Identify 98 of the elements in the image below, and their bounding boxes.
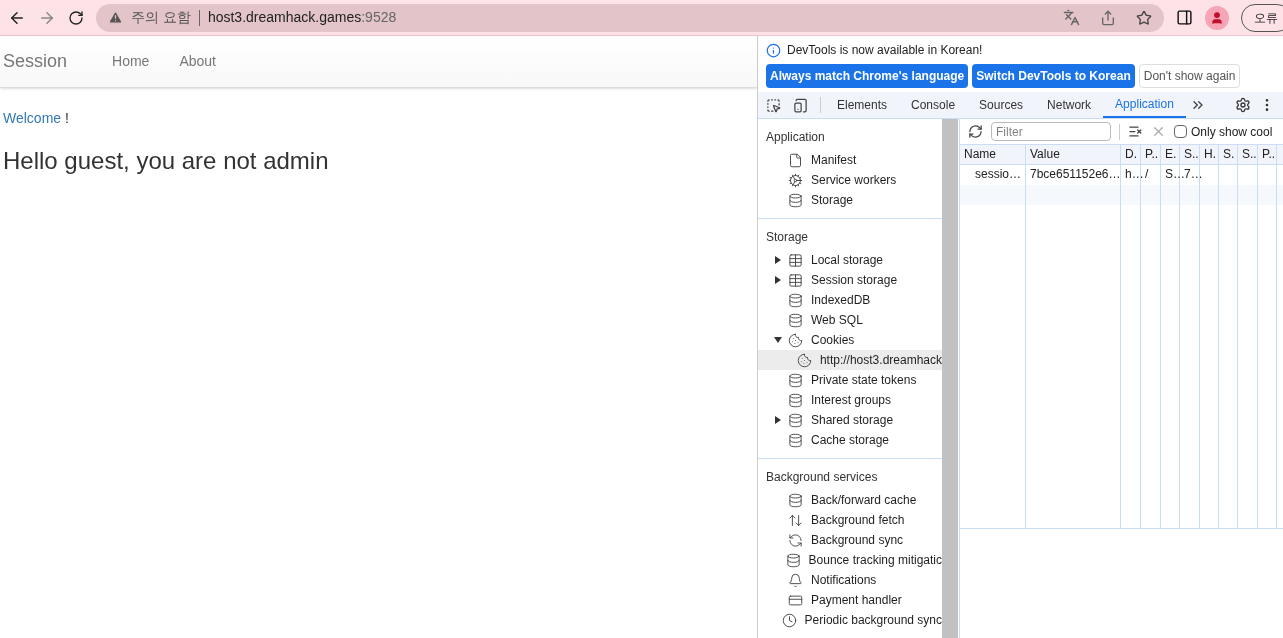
info-icon xyxy=(766,42,781,58)
nav-link[interactable]: About xyxy=(164,51,231,72)
sidebar-item[interactable]: Payment handler xyxy=(758,590,942,610)
device-toolbar-icon[interactable] xyxy=(793,97,808,113)
column-header[interactable]: P.. xyxy=(1141,145,1161,164)
welcome-text: Welcome ! xyxy=(3,109,70,128)
database-icon xyxy=(788,292,803,308)
gears-icon xyxy=(788,172,803,188)
database-icon xyxy=(788,392,803,408)
sidebar-item[interactable]: Manifest xyxy=(758,150,942,170)
address-bar[interactable]: 주의 요함 host3.dreamhack.games:9528 xyxy=(96,3,1164,32)
table-icon xyxy=(788,272,803,288)
database-icon xyxy=(788,492,803,508)
table-icon xyxy=(788,252,803,268)
devtools-tab[interactable]: Sources xyxy=(967,92,1036,118)
database-icon xyxy=(788,372,803,388)
devtools-tab[interactable]: Network xyxy=(1035,92,1104,118)
expanded-arrow-icon[interactable] xyxy=(774,336,782,344)
collapsed-arrow-icon[interactable] xyxy=(774,276,782,284)
warning-icon xyxy=(108,10,123,25)
arrows-icon xyxy=(788,512,803,528)
welcome-link[interactable]: Welcome xyxy=(3,110,62,126)
brand-link[interactable]: Session xyxy=(3,48,68,75)
sidebar-item[interactable]: Cache storage xyxy=(758,430,942,450)
devtools-tab[interactable]: Elements xyxy=(825,92,900,118)
devtools-notice: DevTools is now available in Korean! xyxy=(787,42,983,59)
cookie-icon xyxy=(788,332,803,348)
devtools-tab[interactable]: Application xyxy=(1103,92,1186,118)
sidebar-item[interactable]: Private state tokens xyxy=(758,370,942,390)
sync-icon xyxy=(788,532,803,548)
notice-button[interactable]: Don't show again xyxy=(1138,64,1241,88)
filter-field[interactable]: Filter xyxy=(991,122,1111,141)
sidebar-item[interactable]: Background fetch xyxy=(758,510,942,530)
database-icon xyxy=(788,312,803,328)
sidebar-item[interactable]: Session storage xyxy=(758,270,942,290)
sidebar-item[interactable]: Background sync xyxy=(758,530,942,550)
database-icon xyxy=(785,552,801,568)
column-header[interactable]: P.. xyxy=(1258,145,1277,164)
clock-icon xyxy=(781,612,797,628)
table-cell: S… xyxy=(1165,167,1185,181)
sidebar-item[interactable]: Web SQL xyxy=(758,310,942,330)
side-panel-icon[interactable] xyxy=(1176,9,1193,26)
column-header[interactable]: D. xyxy=(1121,145,1141,164)
sidebar-item[interactable]: Cookies xyxy=(758,330,942,350)
cookie-icon xyxy=(796,352,812,368)
column-header[interactable]: E. xyxy=(1161,145,1180,164)
nav-link[interactable]: Home xyxy=(97,51,165,72)
table-cell: h… xyxy=(1125,167,1144,181)
sidebar-section-title: Application xyxy=(765,129,826,146)
column-header[interactable]: Name xyxy=(960,145,1026,164)
column-header[interactable]: H. xyxy=(1200,145,1219,164)
column-header[interactable]: Value xyxy=(1026,145,1121,164)
table-cell: 7… xyxy=(1184,167,1203,181)
share-icon[interactable] xyxy=(1100,9,1116,26)
sidebar-item[interactable]: Bounce tracking mitigatic xyxy=(758,550,942,570)
devtools-tab[interactable]: Console xyxy=(899,92,968,118)
page-heading: Hello guest, you are not admin xyxy=(3,146,330,176)
card-icon xyxy=(788,592,803,608)
table-cell: / xyxy=(1145,167,1149,181)
reload-icon[interactable] xyxy=(68,9,84,26)
sidebar-item[interactable]: Back/forward cache xyxy=(758,490,942,510)
bookmark-star-icon[interactable] xyxy=(1136,9,1152,26)
security-warning: 주의 요함 xyxy=(131,8,191,27)
collapsed-arrow-icon[interactable] xyxy=(774,256,782,264)
notice-button[interactable]: Always match Chrome's language xyxy=(766,64,969,88)
sidebar-section-title: Storage xyxy=(765,229,810,246)
sidebar-item[interactable]: Local storage xyxy=(758,250,942,270)
sidebar-item[interactable]: Interest groups xyxy=(758,390,942,410)
column-header[interactable]: S.. xyxy=(1238,145,1258,164)
table-cell: sessio… xyxy=(975,167,1021,181)
profile-avatar[interactable] xyxy=(1205,5,1229,30)
sidebar-item[interactable]: IndexedDB xyxy=(758,290,942,310)
sidebar-item[interactable]: Periodic background sync xyxy=(758,610,942,630)
sidebar-section-title: Background services xyxy=(765,469,879,486)
inspect-icon[interactable] xyxy=(766,97,781,113)
column-header[interactable]: S.. xyxy=(1180,145,1200,164)
sidebar-item[interactable]: Service workers xyxy=(758,170,942,190)
url-text: host3.dreamhack.games:9528 xyxy=(207,8,397,27)
settings-icon[interactable] xyxy=(1235,97,1251,113)
database-icon xyxy=(788,192,803,208)
database-icon xyxy=(788,412,803,428)
database-icon xyxy=(788,432,803,448)
checkbox[interactable] xyxy=(1174,125,1187,138)
collapsed-arrow-icon[interactable] xyxy=(774,416,782,424)
notice-button[interactable]: Switch DevTools to Korean xyxy=(972,64,1135,88)
file-icon xyxy=(788,152,803,168)
sidebar-item[interactable]: Notifications xyxy=(758,570,942,590)
table-cell: 7bce651152e6… xyxy=(1030,167,1121,181)
translate-icon[interactable] xyxy=(1063,9,1080,26)
column-header[interactable]: S. xyxy=(1219,145,1238,164)
sidebar-item[interactable]: http://host3.dreamhack xyxy=(758,350,942,370)
sidebar-item[interactable]: Shared storage xyxy=(758,410,942,430)
bell-icon xyxy=(788,572,803,588)
clear-all-icon[interactable] xyxy=(1128,124,1143,139)
sidebar-item[interactable]: Storage xyxy=(758,190,942,210)
refresh-icon[interactable] xyxy=(968,124,983,139)
checkbox-label: Only show cool xyxy=(1191,123,1273,141)
scrollbar[interactable] xyxy=(942,119,958,638)
